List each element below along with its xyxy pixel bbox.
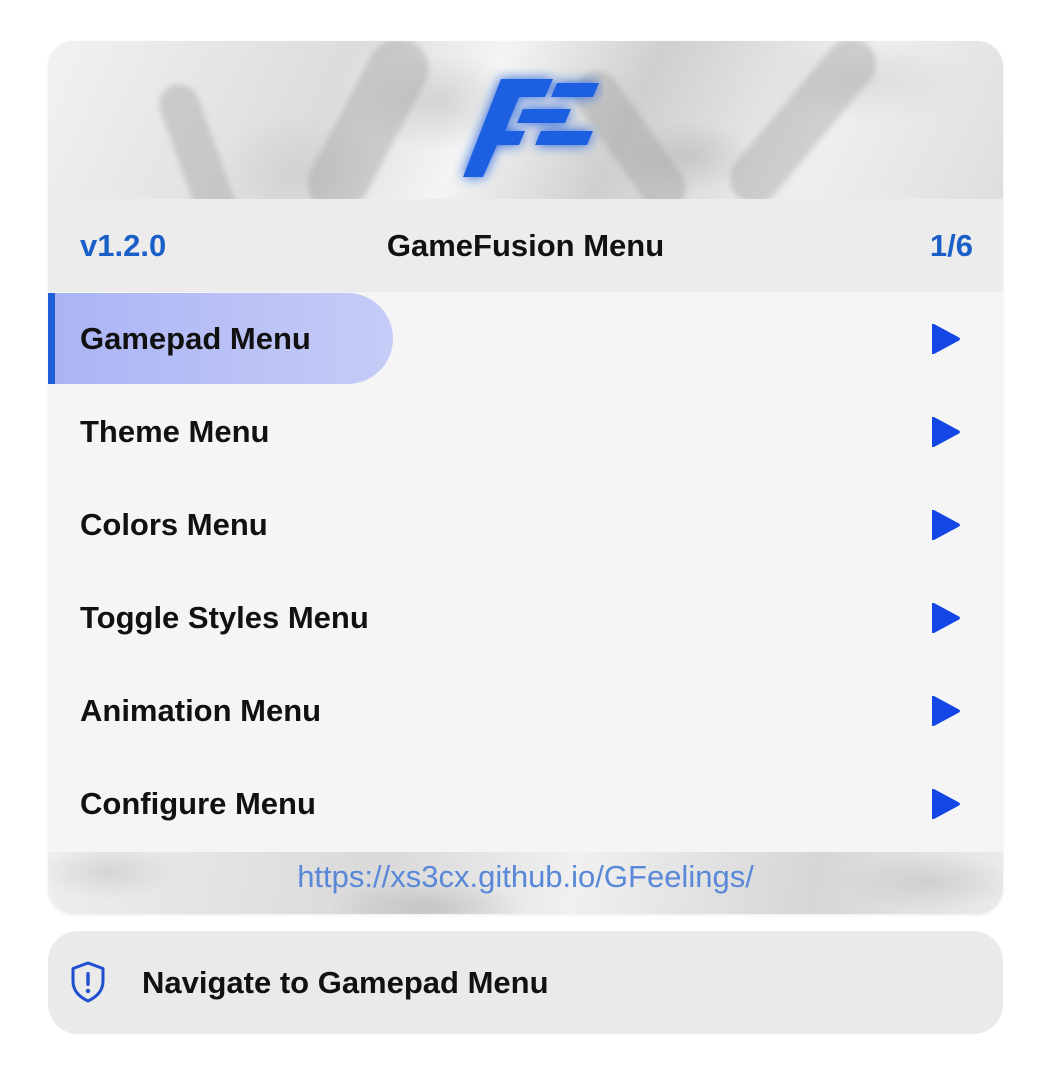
footer-link[interactable]: https://xs3cx.github.io/GFeelings/ bbox=[48, 852, 1003, 902]
menu-list: Gamepad Menu Theme Menu Colors Menu Togg… bbox=[48, 292, 1003, 852]
menu-item-colors[interactable]: Colors Menu bbox=[48, 478, 1003, 571]
play-arrow-icon bbox=[932, 603, 960, 633]
menu-item-label: Toggle Styles Menu bbox=[80, 600, 369, 635]
menu-item-gamepad[interactable]: Gamepad Menu bbox=[48, 292, 1003, 385]
play-arrow-icon bbox=[932, 696, 960, 726]
menu-item-label: Animation Menu bbox=[80, 693, 322, 728]
play-arrow-icon bbox=[932, 417, 960, 447]
menu-item-theme[interactable]: Theme Menu bbox=[48, 385, 1003, 478]
menu-item-label: Theme Menu bbox=[80, 414, 270, 449]
status-bar: Navigate to Gamepad Menu bbox=[48, 931, 1003, 1034]
menu-item-label: Colors Menu bbox=[80, 507, 268, 542]
play-arrow-icon bbox=[932, 324, 960, 354]
selection-accent-bar bbox=[48, 293, 55, 384]
menu-footer: https://xs3cx.github.io/GFeelings/ bbox=[48, 852, 1003, 914]
page-indicator: 1/6 bbox=[929, 228, 973, 263]
menu-item-label: Gamepad Menu bbox=[80, 321, 311, 356]
menu-title: GameFusion Menu bbox=[386, 228, 665, 263]
status-text: Navigate to Gamepad Menu bbox=[142, 965, 549, 1000]
banner-background bbox=[48, 41, 1003, 234]
play-arrow-icon bbox=[932, 789, 960, 819]
menu-item-label: Configure Menu bbox=[80, 786, 316, 821]
play-arrow-icon bbox=[932, 510, 960, 540]
menu-item-configure[interactable]: Configure Menu bbox=[48, 757, 1003, 850]
shield-exclamation-icon bbox=[71, 961, 105, 1003]
gamefusion-logo bbox=[463, 79, 599, 177]
menu-item-animation[interactable]: Animation Menu bbox=[48, 664, 1003, 757]
menu-panel: GameFusion Menu v1.2.0 1/6 Gamepad Menu … bbox=[48, 41, 1003, 914]
menu-item-toggle-styles[interactable]: Toggle Styles Menu bbox=[48, 571, 1003, 664]
version-label: v1.2.0 bbox=[80, 228, 167, 263]
menu-header: GameFusion Menu v1.2.0 1/6 bbox=[48, 199, 1003, 292]
